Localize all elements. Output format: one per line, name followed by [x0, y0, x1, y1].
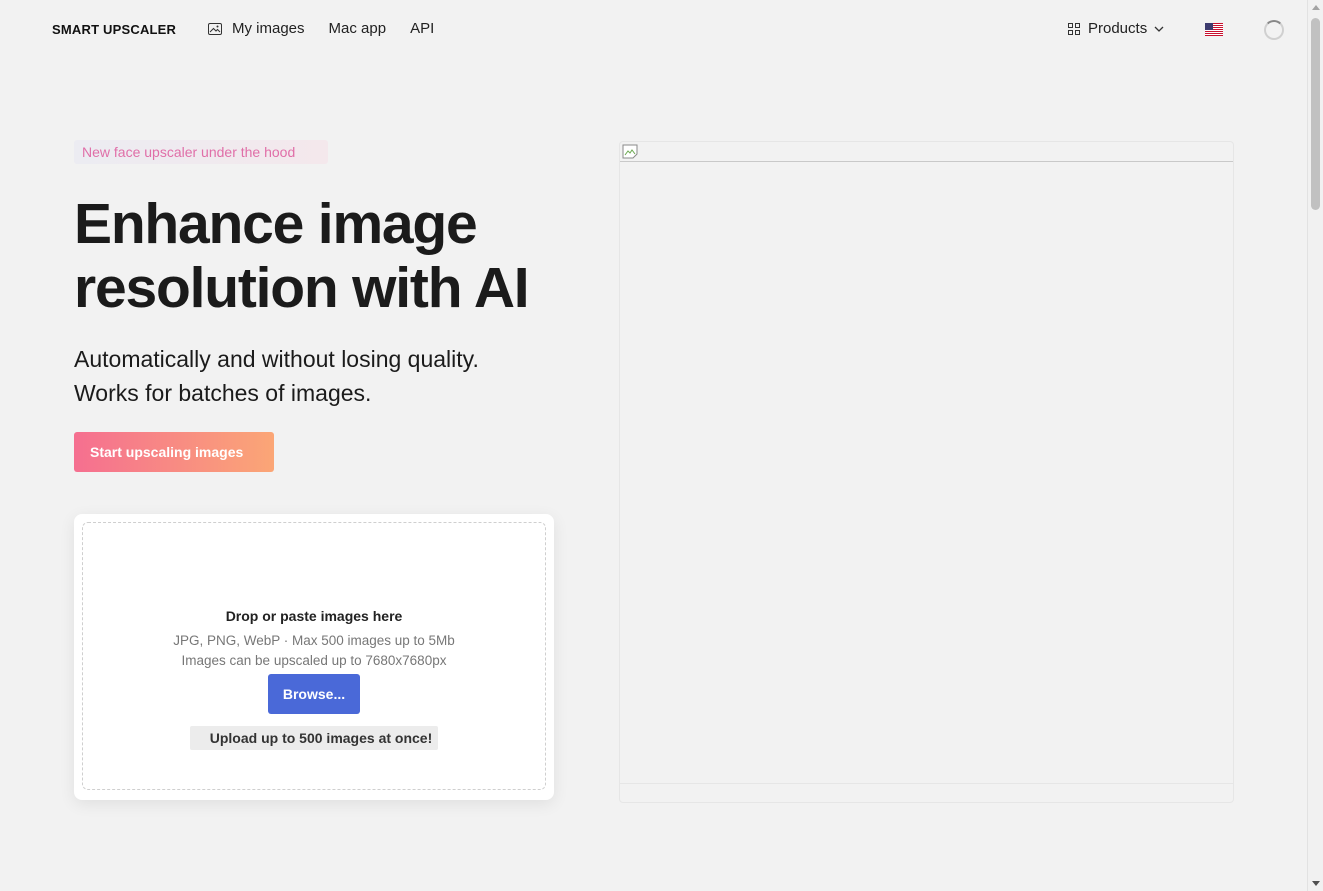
hero-subtitle-line2: Works for batches of images.: [74, 380, 372, 406]
preview-panel: [619, 141, 1234, 803]
nav-link-mac-app[interactable]: Mac app: [329, 20, 387, 37]
loading-spinner-icon: [1264, 20, 1284, 40]
dropzone-formats: JPG, PNG, WebP · Max 500 images up to 5M…: [173, 633, 455, 648]
dropzone-limit: Images can be upscaled up to 7680x7680px: [181, 653, 447, 668]
image-icon: [208, 22, 222, 35]
upload-card: Drop or paste images here JPG, PNG, WebP…: [74, 514, 554, 800]
nav-link-label: My images: [232, 20, 305, 37]
hero-subtitle: Automatically and without losing quality…: [74, 342, 574, 410]
products-menu[interactable]: Products: [1068, 20, 1164, 37]
upload-limit-note: Upload up to 500 images at once!: [190, 726, 438, 750]
scroll-up-icon[interactable]: [1312, 5, 1320, 10]
chevron-down-icon: [1154, 26, 1164, 32]
products-label: Products: [1088, 20, 1148, 37]
hero-title-line2: resolution with AI: [74, 256, 530, 320]
announcement-badge[interactable]: New face upscaler under the hood: [74, 140, 328, 164]
nav-link-api[interactable]: API: [410, 20, 434, 37]
page-scrollbar[interactable]: [1307, 0, 1323, 891]
scrollbar-thumb[interactable]: [1311, 18, 1320, 210]
nav-link-my-images[interactable]: My images: [208, 20, 305, 37]
logo[interactable]: SMART UPSCALER: [52, 22, 176, 37]
nav-link-label: Mac app: [328, 20, 387, 37]
hero-title: Enhance image resolution with AI: [74, 192, 594, 320]
us-flag-icon[interactable]: [1205, 23, 1223, 36]
start-upscaling-button[interactable]: Start upscaling images: [74, 432, 274, 472]
broken-image-icon: [622, 144, 638, 159]
preview-image: [620, 142, 1233, 162]
preview-divider: [620, 783, 1233, 784]
nav-link-label: API: [410, 20, 435, 37]
dropzone-title: Drop or paste images here: [225, 608, 403, 624]
browse-button[interactable]: Browse...: [268, 674, 360, 714]
scroll-down-icon[interactable]: [1312, 881, 1320, 886]
grid-icon: [1068, 22, 1080, 35]
top-nav: SMART UPSCALER My images Mac app API Pro…: [0, 0, 1307, 60]
hero-title-line1: Enhance image: [74, 192, 478, 256]
nav-links: My images Mac app API: [208, 20, 458, 37]
dropzone[interactable]: Drop or paste images here JPG, PNG, WebP…: [82, 522, 546, 790]
hero-subtitle-line1: Automatically and without losing quality…: [74, 346, 479, 372]
